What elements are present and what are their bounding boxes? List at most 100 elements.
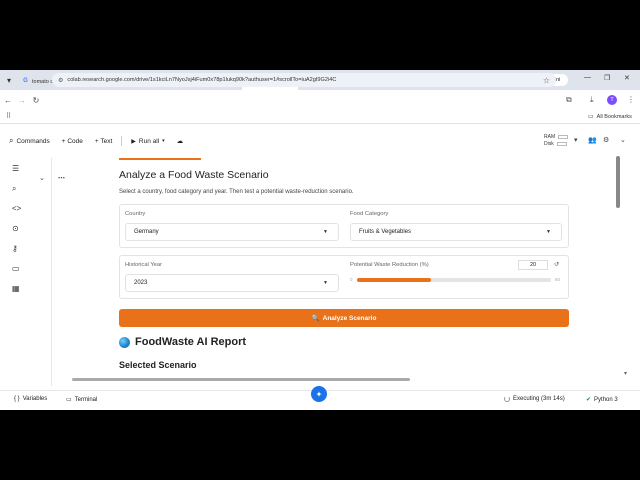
analyze-scenario-label: Analyze Scenario (322, 314, 377, 322)
tab-search-icon[interactable]: ▾ (0, 70, 18, 90)
country-select[interactable]: Germany ▼ (125, 223, 339, 241)
add-text-label: + Text (94, 137, 113, 145)
tab-favicon-icon: G (23, 78, 28, 84)
execution-status-label: Executing (3m 14s) (513, 396, 565, 402)
reduction-label: Potential Waste Reduction (%) (350, 262, 429, 268)
profile-avatar[interactable]: T (607, 95, 617, 105)
selected-scenario-heading: Selected Scenario (119, 360, 197, 370)
country-label: Country (125, 211, 146, 217)
commands-label: Commands (16, 137, 50, 145)
find-replace-icon[interactable]: ⌕ (12, 184, 16, 194)
analyze-scenario-button[interactable]: 🔍 Analyze Scenario (119, 309, 569, 327)
url-text: colab.research.google.com/drive/1s1kciLn… (67, 77, 337, 83)
terminal-button[interactable]: ▭ Terminal (66, 396, 98, 404)
category-value: Fruits & Vegetables (359, 229, 412, 235)
commands-button[interactable]: ⌕ Commands (6, 134, 53, 148)
table-of-contents-icon[interactable]: ☰ (12, 164, 19, 173)
disk-label: Disk (544, 141, 554, 147)
all-bookmarks-label: All Bookmarks (596, 113, 632, 120)
year-value: 2023 (134, 280, 148, 286)
url-bar[interactable]: ⚙ colab.research.google.com/drive/1s1kci… (52, 73, 556, 87)
disk-bar (556, 141, 567, 146)
toolbar-divider (121, 136, 123, 146)
key-icon[interactable]: ⚷ (12, 244, 18, 253)
search-icon: ⌕ (9, 136, 14, 145)
report-title-text: FoodWaste AI Report (135, 336, 247, 348)
site-info-icon[interactable]: ⚙ (58, 77, 63, 84)
checkmark-icon: ✔ (586, 397, 592, 403)
reduction-slider[interactable] (357, 278, 551, 282)
execution-status[interactable]: Executing (3m 14s) (504, 396, 565, 402)
cell-output: Analyze a Food Waste Scenario Select a c… (52, 158, 618, 386)
variables-label: Variables (22, 396, 48, 402)
ram-bar (558, 134, 569, 139)
folder-icon: ▭ (588, 114, 594, 120)
slider-min-label: 0 (350, 277, 353, 282)
maximize-icon[interactable]: ❐ (604, 74, 610, 82)
browser-window: ▾ Gtomato ca✕Gencompas✕▣End-of-C✕▦3MTT✕∞… (0, 70, 640, 410)
run-all-button[interactable]: ▶ Run all ▾ (128, 136, 167, 147)
gemini-assistant-button[interactable]: ✦ (311, 386, 327, 402)
play-icon: ▶ (131, 138, 136, 145)
caret-down-icon: ▼ (323, 229, 328, 235)
caret-down-icon: ▼ (323, 280, 328, 286)
form-title: Analyze a Food Waste Scenario (119, 169, 269, 181)
magnifier-icon: 🔍 (311, 315, 320, 322)
extensions-icon[interactable]: ⧉ (566, 95, 572, 105)
add-text-button[interactable]: + Text (92, 136, 115, 147)
all-bookmarks-button[interactable]: ▭ All Bookmarks (588, 113, 632, 121)
header-accent (119, 158, 201, 160)
add-code-button[interactable]: + Code (59, 136, 86, 147)
runtime-label: Python 3 (594, 396, 618, 403)
apps-grid-icon[interactable]: ⠿ (6, 112, 11, 120)
forward-icon[interactable]: → (16, 96, 28, 105)
reset-icon[interactable]: ↺ (554, 261, 559, 268)
vertical-scrollbar-thumb[interactable] (616, 156, 620, 208)
globe-icon (119, 336, 130, 348)
back-icon[interactable]: ← (2, 96, 14, 105)
horizontal-scrollbar-thumb[interactable] (72, 378, 410, 381)
caret-down-icon: ▼ (546, 229, 551, 235)
close-window-icon[interactable]: ✕ (624, 74, 630, 82)
reduction-number-input[interactable]: 20 (518, 260, 548, 270)
terminal-icon: ▭ (66, 397, 72, 403)
collapse-header-icon[interactable]: ⌄ (620, 136, 626, 144)
files-folder-icon[interactable]: ▭ (12, 264, 20, 273)
address-row: ← → ↻ (0, 90, 640, 110)
minimize-icon[interactable]: — (584, 74, 591, 81)
left-rail: ☰ ⌕ <> ⊙ ⚷ ▭ ▦ (0, 158, 34, 388)
drive-save-button[interactable]: ☁ (174, 135, 187, 147)
spinner-icon (504, 396, 510, 402)
bookmarks-bar: ⠿ ▭ All Bookmarks (0, 110, 640, 124)
slider-fill (357, 278, 431, 282)
add-code-label: + Code (61, 137, 83, 145)
data-table-icon[interactable]: ▦ (12, 284, 20, 293)
ram-label: RAM (544, 134, 556, 140)
gear-icon[interactable]: ⚙ (603, 136, 609, 144)
reload-icon[interactable]: ↻ (30, 96, 42, 105)
variables-button[interactable]: { } Variables (14, 396, 47, 402)
code-snippets-icon[interactable]: <> (12, 204, 21, 213)
share-people-icon[interactable]: 👥 (588, 136, 597, 144)
category-label: Food Category (350, 211, 389, 217)
download-icon[interactable]: ⤓ (590, 95, 594, 105)
country-value: Germany (134, 229, 159, 235)
year-label: Historical Year (125, 262, 163, 268)
bookmark-star-icon[interactable]: ☆ (543, 76, 550, 85)
cloud-icon: ☁ (176, 138, 184, 145)
secrets-icon[interactable]: ⊙ (12, 224, 19, 233)
resource-indicator[interactable]: RAM Disk (544, 134, 569, 148)
slider-max-label: 50 (555, 277, 561, 282)
chevron-down-icon[interactable]: ▾ (574, 136, 578, 144)
year-select[interactable]: 2023 ▼ (125, 274, 339, 292)
run-all-label: Run all (138, 137, 160, 145)
terminal-label: Terminal (74, 396, 98, 403)
collapse-output-icon[interactable]: ⌄ (39, 174, 45, 182)
category-select[interactable]: Fruits & Vegetables ▼ (350, 223, 562, 241)
scroll-down-arrow-icon[interactable]: ▾ (624, 370, 627, 377)
form-subtitle: Select a country, food category and year… (119, 189, 354, 195)
runtime-status[interactable]: ✔ Python 3 (586, 396, 618, 404)
browser-menu-icon[interactable]: ⋮ (627, 95, 635, 104)
chevron-down-icon: ▾ (162, 138, 165, 144)
report-title: FoodWaste AI Report (119, 336, 246, 348)
